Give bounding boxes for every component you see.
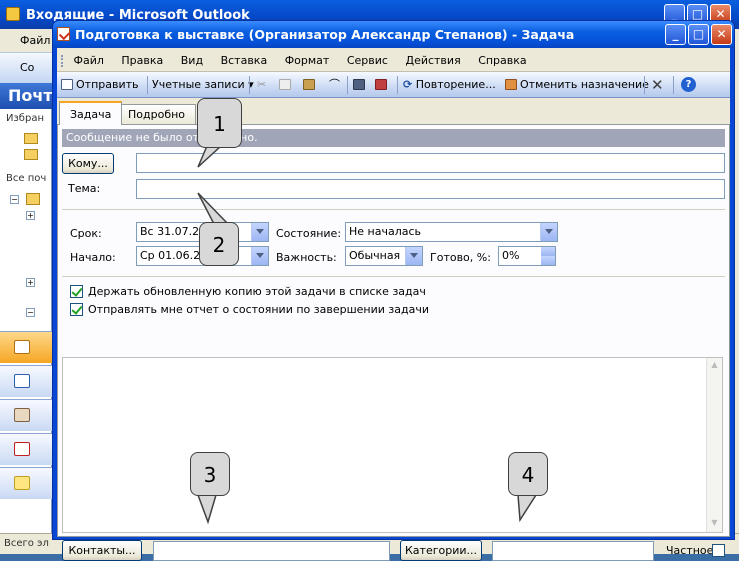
callout-2-pointer	[197, 192, 230, 225]
callout-4-pointer	[517, 494, 538, 523]
callout-1: 1	[197, 98, 242, 148]
callout-3-pointer	[196, 494, 218, 525]
callout-2: 2	[199, 222, 239, 266]
callout-pointers	[196, 145, 538, 525]
callout-3: 3	[190, 452, 230, 496]
callout-4: 4	[508, 452, 548, 496]
callout-1-pointer	[197, 145, 223, 168]
